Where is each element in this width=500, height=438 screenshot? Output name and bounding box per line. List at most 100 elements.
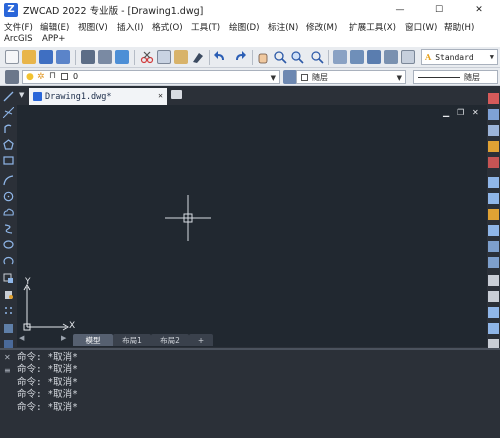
color-select[interactable]: 随层 ▼ — [296, 70, 406, 84]
close-panel-icon[interactable]: ✕ — [4, 353, 11, 362]
drawing-canvas[interactable]: ▁ ❐ ✕ Y X — [17, 105, 487, 333]
print-preview-icon[interactable] — [98, 50, 112, 64]
menu-draw[interactable]: 绘图(D) — [229, 21, 260, 33]
match-properties-icon[interactable] — [191, 50, 205, 64]
add-layout-button[interactable]: + — [189, 334, 213, 346]
menu-format[interactable]: 格式(O) — [152, 21, 183, 33]
move-icon[interactable] — [488, 177, 499, 188]
viewport-close-icon[interactable]: ✕ — [472, 108, 479, 117]
linetype-select[interactable]: 随层 — [413, 70, 498, 84]
break-icon[interactable] — [488, 275, 499, 286]
zoom-realtime-icon[interactable] — [273, 50, 287, 64]
tab-layout1[interactable]: 布局1 — [113, 334, 151, 346]
layer-select[interactable]: ● ✲ ⊓ 0 ▼ — [22, 70, 280, 84]
menu-extension-tools[interactable]: 扩展工具(X) — [349, 21, 396, 33]
fillet-icon[interactable] — [488, 323, 499, 334]
ellipse-icon[interactable] — [3, 239, 14, 250]
zoom-window-icon[interactable] — [290, 50, 304, 64]
maximize-button[interactable]: ☐ — [424, 0, 454, 19]
make-block-icon[interactable] — [3, 289, 14, 300]
arc-icon[interactable] — [3, 175, 14, 186]
menu-insert[interactable]: 插入(I) — [117, 21, 143, 33]
chevron-down-icon: ▼ — [270, 74, 276, 82]
layer-manager-icon[interactable] — [5, 70, 19, 84]
calculator-icon[interactable] — [384, 50, 398, 64]
minimize-button[interactable]: — — [385, 0, 415, 19]
new-tab-icon[interactable] — [171, 90, 182, 99]
command-history-line: 命令: *取消* — [17, 401, 78, 413]
polyline-icon[interactable] — [3, 123, 14, 134]
panel-grip-icon[interactable]: ≡ — [4, 366, 11, 375]
close-button[interactable]: ✕ — [464, 0, 494, 19]
menu-tools[interactable]: 工具(T) — [191, 21, 220, 33]
tab-model[interactable]: 模型 — [73, 334, 113, 346]
toolbar-separator — [134, 50, 135, 65]
array-icon[interactable] — [488, 157, 499, 168]
insert-block-icon[interactable] — [3, 273, 14, 284]
copy-icon[interactable] — [157, 50, 171, 64]
open-folder-icon[interactable] — [22, 50, 36, 64]
paste-icon[interactable] — [174, 50, 188, 64]
text-style-select[interactable]: A Standard ▼ — [421, 49, 498, 65]
point-icon[interactable] — [3, 305, 14, 316]
extend-icon[interactable] — [488, 257, 499, 268]
menu-help[interactable]: 帮助(H) — [444, 21, 474, 33]
viewport-restore-icon[interactable]: ❐ — [457, 108, 464, 117]
tab-list-chevron-icon[interactable]: ▼ — [19, 91, 24, 99]
make-object-layer-current-icon[interactable] — [283, 70, 297, 84]
command-history-line: 命令: *取消* — [17, 376, 78, 388]
save-icon[interactable] — [39, 50, 53, 64]
command-history: 命令: *取消* 命令: *取消* 命令: *取消* 命令: *取消* 命令: … — [17, 352, 78, 414]
line-icon[interactable] — [3, 91, 14, 102]
undo-icon[interactable] — [213, 50, 227, 64]
menu-dimension[interactable]: 标注(N) — [268, 21, 298, 33]
pan-hand-icon[interactable] — [256, 50, 270, 64]
rotate-icon[interactable] — [488, 193, 499, 204]
cut-icon[interactable] — [140, 50, 154, 64]
join-icon[interactable] — [488, 291, 499, 302]
menu-file[interactable]: 文件(F) — [4, 21, 33, 33]
offset-icon[interactable] — [488, 141, 499, 152]
circle-icon[interactable] — [3, 191, 14, 202]
scale-icon[interactable] — [488, 209, 499, 220]
menu-window[interactable]: 窗口(W) — [405, 21, 437, 33]
ellipse-arc-icon[interactable] — [3, 255, 14, 266]
rectangle-icon[interactable] — [3, 155, 14, 166]
spline-icon[interactable] — [3, 223, 14, 234]
trim-icon[interactable] — [488, 241, 499, 252]
xline-icon[interactable] — [3, 107, 14, 118]
help-icon[interactable] — [401, 50, 415, 64]
tool-palettes-icon[interactable] — [367, 50, 381, 64]
chamfer-icon[interactable] — [488, 307, 499, 318]
revision-cloud-icon[interactable] — [3, 207, 14, 218]
hatch-icon[interactable] — [3, 323, 14, 334]
close-tab-icon[interactable]: ✕ — [158, 91, 163, 100]
design-center-icon[interactable] — [350, 50, 364, 64]
viewport-minimize-icon[interactable]: ▁ — [443, 108, 449, 117]
save-as-icon[interactable] — [56, 50, 70, 64]
layer-name: 0 — [73, 72, 79, 81]
menu-arcgis[interactable]: ArcGIS — [4, 34, 33, 44]
copy-object-icon[interactable] — [488, 109, 499, 120]
menu-app-plus[interactable]: APP+ — [42, 34, 65, 44]
menu-modify[interactable]: 修改(M) — [306, 21, 337, 33]
erase-icon[interactable] — [488, 93, 499, 104]
new-file-icon[interactable] — [5, 50, 19, 64]
nav-last-icon[interactable]: ▶ — [61, 334, 66, 342]
zoom-previous-icon[interactable] — [310, 50, 324, 64]
command-line-panel[interactable]: ✕ ≡ 命令: *取消* 命令: *取消* 命令: *取消* 命令: *取消* … — [0, 348, 500, 438]
properties-icon[interactable] — [333, 50, 347, 64]
nav-first-icon[interactable]: ◀ — [19, 334, 24, 342]
menu-view[interactable]: 视图(V) — [78, 21, 108, 33]
tab-drawing1[interactable]: Drawing1.dwg* ✕ — [29, 88, 167, 105]
print-icon[interactable] — [81, 50, 95, 64]
chevron-down-icon: ▼ — [489, 53, 494, 61]
polygon-icon[interactable] — [3, 139, 14, 150]
publish-icon[interactable] — [115, 50, 129, 64]
redo-icon[interactable] — [233, 50, 247, 64]
stretch-icon[interactable] — [488, 225, 499, 236]
layer-on-bulb-icon: ● — [26, 72, 34, 82]
mirror-icon[interactable] — [488, 125, 499, 136]
menu-edit[interactable]: 编辑(E) — [40, 21, 69, 33]
tab-layout2[interactable]: 布局2 — [151, 334, 189, 346]
